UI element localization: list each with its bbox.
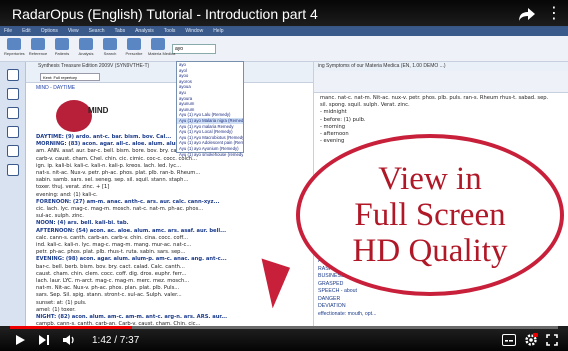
materia-header: ing Symptoms of our Materia Medica (EN, …	[314, 62, 568, 71]
repertory-line: petr. ph-ac. phos. plat. plb. rhus-t. ru…	[36, 249, 186, 256]
menu-item: File	[4, 28, 13, 34]
menu-item: Window	[185, 28, 204, 34]
menu-item: Analysis	[135, 28, 154, 34]
player-controls: 1:42 / 7:37	[0, 329, 568, 351]
toolbar-icon	[103, 38, 117, 50]
suggestion-item: Ayu (1) ayo smokehouse (remedy)	[179, 151, 243, 157]
fullscreen-icon[interactable]	[546, 334, 558, 346]
repertory-line: sul-ac. sulph. zinc.	[36, 213, 84, 220]
materia-toolbar	[314, 71, 568, 93]
menu-item: View	[67, 28, 79, 34]
chapter-title: MIND	[88, 106, 109, 115]
toolbar-button: Prescribe	[124, 38, 144, 60]
repertory-line: amel: (1) toxer.	[36, 306, 76, 313]
repertory-header: Synthesis Treasure Edition 2009V (SYN9VT…	[26, 62, 313, 71]
video-frame[interactable]: File Edit Options View Search Tabs Analysis Too…	[0, 0, 568, 351]
repertory-select: Kent: Full repertory	[40, 73, 100, 81]
toolbar-label: Repertories	[4, 51, 25, 56]
toolbar-button: Reference	[28, 38, 48, 60]
toolbar-icon	[127, 38, 141, 50]
toolbar-button: Search	[100, 38, 120, 60]
chapter-logo	[56, 100, 92, 132]
rail-analysis-icon	[6, 107, 19, 119]
toolbar-label: Analysis	[78, 51, 94, 56]
toolbar-button: Patients	[52, 38, 72, 60]
toolbar-label: Prescribe	[125, 51, 143, 56]
toolbar-label: Materia Medica	[148, 51, 176, 56]
repertory-breadcrumb: MIND - DAYTIME	[36, 85, 76, 91]
volume-icon[interactable]	[62, 333, 76, 347]
toolbar-button: Repertories	[4, 38, 25, 60]
repertory-line: sabin. samb. sars. sel. seneg. sep. sil.…	[36, 177, 189, 184]
materia-line: manc. nat-c. nat-m. Nit-ac. nux-v. petr.…	[320, 95, 549, 101]
repertory-line: calc. cann-s. canth. carb-an. carb-v. ch…	[36, 234, 189, 241]
materia-line: sil. spong. squil. sulph. Verat. zinc.	[320, 102, 410, 109]
repertory-line: evening: and: (1) kali-c.	[36, 191, 98, 198]
repertory-line: FORENOON: (27) am-m. anac. anth-c. ars. …	[36, 198, 220, 205]
toolbar-icon	[151, 38, 165, 50]
promo-line: Full Screen	[354, 197, 506, 233]
menu-item: Tabs	[114, 28, 126, 34]
repertory-line: AFTERNOON: (54) acon. ac. aloe. alum. am…	[36, 227, 227, 234]
repertory-line: MORNING: (83) acon. agar. all-c. aloe. a…	[36, 141, 231, 148]
search-suggestions: ayo ayol ayoo ayoros ayoua ayu ayoura ayunum ayu…	[176, 61, 244, 157]
menu-item: Options	[40, 28, 58, 34]
repertory-line: carb-v. caust. cham. Chel. chin. cic. ci…	[36, 155, 198, 162]
toolbar-label: Search	[103, 51, 117, 56]
video-title[interactable]: RadarOpus (English) Tutorial - Introduct…	[12, 6, 318, 22]
settings-icon[interactable]	[524, 333, 538, 347]
repertory-select-bar: Kent: Full repertory	[26, 71, 313, 83]
toolbar-icon	[55, 38, 69, 50]
materia-line: - midnight	[320, 109, 347, 116]
repertory-line: NOON: (4) ars. bell. kali-bi. tab.	[36, 220, 129, 227]
repertory-line: NIGHT: (82) acon. alum. am-c. am-m. ant-…	[36, 314, 228, 321]
repertory-line: am. ANN. asaf. aur. bar-c. bell. bism. b…	[36, 148, 199, 155]
materia-line: - before: (1) pulb.	[320, 116, 366, 123]
promo-bubble: View in Full Screen HD Quality	[296, 134, 564, 296]
menu-item: Tools	[163, 28, 176, 34]
app-search-input: ayo	[172, 44, 216, 54]
repertory-line: cic. lach. lyc. mag-c. mag-m. mosch. nat…	[36, 206, 204, 213]
play-icon[interactable]	[14, 334, 26, 346]
menu-item: Help	[213, 28, 224, 34]
more-menu-icon[interactable]: ⋮	[546, 5, 562, 23]
rail-notes-icon	[6, 164, 19, 176]
materia-list-item: DANGER	[318, 295, 341, 302]
toolbar-icon	[31, 38, 45, 50]
toolbar-label: Patients	[54, 51, 70, 56]
rail-materia-icon	[6, 145, 19, 157]
app-toolbar: ayo Repertories Reference Patients Analysis…	[0, 36, 568, 62]
video-title-bar: RadarOpus (English) Tutorial - Introduct…	[0, 0, 568, 28]
time-display: 1:42 / 7:37	[92, 335, 140, 346]
promo-line: HD Quality	[352, 233, 508, 269]
subtitles-icon[interactable]	[502, 334, 516, 346]
suggestion-item: Ayu (1) ayo Ayonium (Remedy)	[179, 145, 239, 151]
repertory-line: DAYTIME: (9) ardo. ant-c. bar. bism. bov…	[36, 134, 172, 140]
repertory-line: ign. ip. kali-bi. kali-c. kali-n. kali-p…	[36, 162, 182, 169]
rail-search-icon	[6, 126, 19, 138]
toolbar-icon	[79, 38, 93, 50]
toolbar-icon	[7, 38, 21, 50]
app-left-rail	[0, 62, 26, 326]
materia-list-item: effectionate: mouth, opt...	[318, 310, 377, 317]
repertory-line: ind. kali-c. kali-n. lyc. mag-c. mag-m. …	[36, 242, 192, 249]
materia-line: - morning	[320, 123, 346, 130]
toolbar-button: Materia Medica	[148, 38, 176, 60]
next-icon[interactable]	[38, 334, 50, 346]
menu-item: Search	[88, 28, 105, 34]
toolbar-button: Analysis	[76, 38, 96, 60]
suggestion-item: Ayu (1) ayo Malaria nigra (Remedy)	[177, 117, 243, 124]
menu-item: Edit	[22, 28, 31, 34]
materia-list-item: DEVIATION	[318, 303, 346, 309]
repertory-line: toxer. thuj. verat. zinc. + [1]	[36, 184, 110, 191]
rail-repertory-icon	[6, 69, 19, 81]
toolbar-label: Reference	[28, 51, 48, 56]
repertory-line: nat-s. nit-ac. Nux-v. petr. ph-ac. phos.…	[36, 170, 201, 177]
share-icon[interactable]	[518, 5, 536, 23]
promo-line: View in	[378, 161, 482, 197]
rail-patient-icon	[6, 88, 19, 100]
